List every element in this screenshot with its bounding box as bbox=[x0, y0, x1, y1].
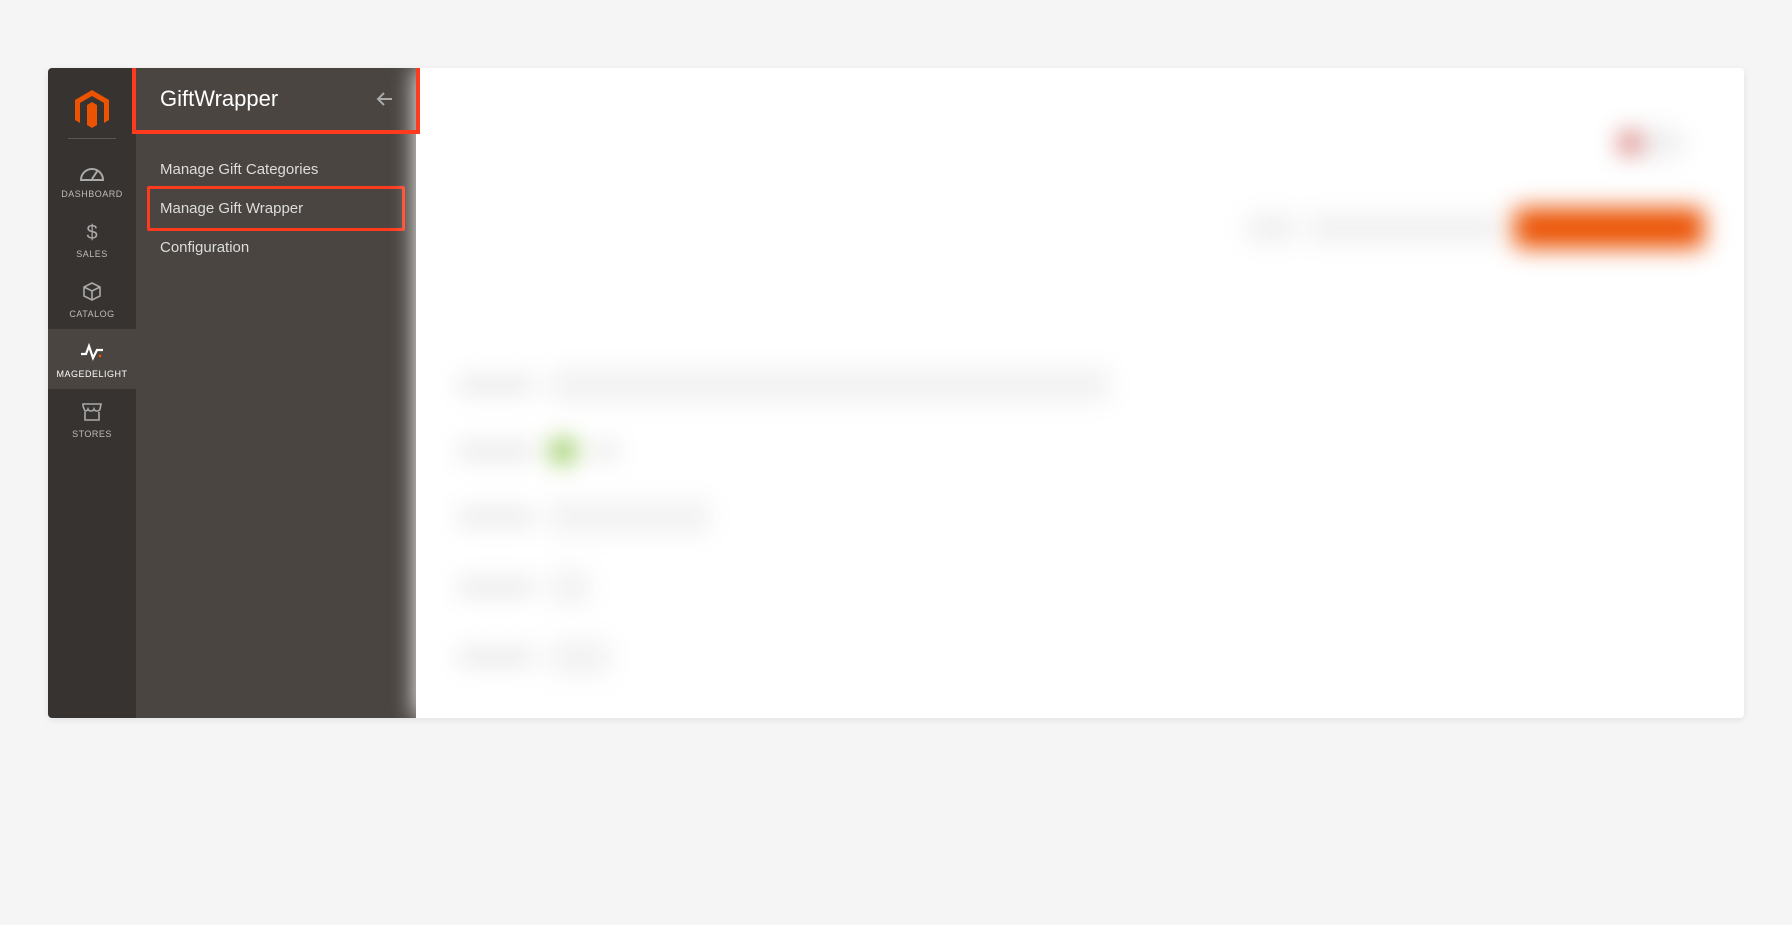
admin-frame: DASHBOARD $ SALES CATALOG MAGEDELIGHT ST… bbox=[48, 68, 1744, 718]
flyout-item-manage-gift-wrapper[interactable]: Manage Gift Wrapper bbox=[147, 186, 405, 231]
nav-label: MAGEDELIGHT bbox=[48, 369, 136, 379]
ghost-button bbox=[1246, 214, 1296, 242]
flyout-menu-list: Manage Gift Categories Manage Gift Wrapp… bbox=[136, 130, 416, 287]
nav-label: STORES bbox=[48, 429, 136, 439]
secondary-button-blur bbox=[1310, 214, 1500, 242]
nav-label: DASHBOARD bbox=[48, 189, 136, 199]
form-blur bbox=[456, 368, 1344, 674]
flyout-title: GiftWrapper bbox=[160, 86, 278, 112]
store-icon bbox=[48, 399, 136, 425]
action-row bbox=[1246, 208, 1704, 248]
nav-item-catalog[interactable]: CATALOG bbox=[48, 269, 136, 329]
main-content-blurred bbox=[416, 68, 1744, 718]
flyout-header: GiftWrapper bbox=[132, 68, 420, 134]
nav-label: CATALOG bbox=[48, 309, 136, 319]
nav-item-dashboard[interactable]: DASHBOARD bbox=[48, 149, 136, 209]
magento-logo[interactable] bbox=[71, 88, 113, 130]
svg-text:$: $ bbox=[86, 222, 97, 243]
pulse-icon bbox=[48, 339, 136, 365]
nav-item-sales[interactable]: $ SALES bbox=[48, 209, 136, 269]
nav-item-stores[interactable]: STORES bbox=[48, 389, 136, 449]
cube-icon bbox=[48, 279, 136, 305]
user-badge bbox=[1614, 128, 1684, 158]
flyout-item-configuration[interactable]: Configuration bbox=[150, 228, 402, 267]
dollar-icon: $ bbox=[48, 219, 136, 245]
gauge-icon bbox=[48, 159, 136, 185]
magento-logo-icon bbox=[72, 88, 112, 130]
back-arrow-icon[interactable] bbox=[376, 91, 394, 107]
flyout-item-manage-categories[interactable]: Manage Gift Categories bbox=[150, 150, 402, 189]
nav-item-magedelight[interactable]: MAGEDELIGHT bbox=[48, 329, 136, 389]
admin-nav-rail: DASHBOARD $ SALES CATALOG MAGEDELIGHT ST… bbox=[48, 68, 136, 718]
nav-label: SALES bbox=[48, 249, 136, 259]
nav-divider bbox=[68, 138, 116, 139]
flyout-panel: GiftWrapper Manage Gift Categories Manag… bbox=[136, 68, 416, 718]
primary-button-blur bbox=[1514, 208, 1704, 248]
